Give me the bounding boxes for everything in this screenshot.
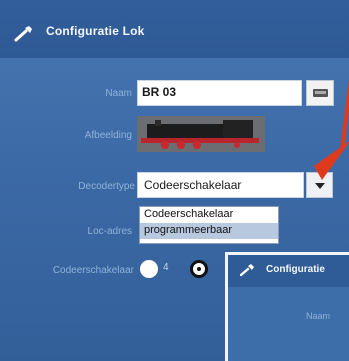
- window-title: Configuratie Lok: [46, 24, 145, 38]
- wrench-icon: [240, 264, 254, 277]
- wrench-icon: [14, 26, 32, 42]
- switch-label: Codeerschakelaar: [52, 265, 134, 276]
- switch-radio-on[interactable]: [190, 260, 208, 278]
- decoder-option[interactable]: programmeerbaar: [140, 223, 278, 239]
- name-field[interactable]: BR 03: [137, 80, 302, 106]
- inset-title: Configuratie: [266, 264, 325, 275]
- switch-value: 4: [163, 262, 169, 273]
- decoder-options-list[interactable]: Codeerschakelaar programmeerbaar: [139, 206, 279, 244]
- locomotive-picture: [137, 116, 265, 152]
- image-label: Afbeelding: [84, 130, 132, 141]
- address-label: Loc-adres: [87, 226, 132, 237]
- inset-name-label: Naam: [306, 311, 331, 321]
- name-label: Naam: [105, 88, 132, 99]
- locomotive-image[interactable]: [137, 116, 265, 152]
- red-arrow: [314, 79, 349, 180]
- title-bar: Configuratie Lok: [0, 0, 349, 58]
- inset-screenshot: Configuratie Naam: [225, 252, 349, 361]
- decoder-label: Decodertype: [78, 181, 135, 192]
- decoder-option[interactable]: Codeerschakelaar: [140, 207, 278, 223]
- configuration-panel: Configuratie Lok Naam BR 03 Afbeelding D…: [0, 0, 349, 361]
- switch-radio-off[interactable]: [140, 260, 158, 278]
- decoder-select[interactable]: Codeerschakelaar: [137, 172, 304, 198]
- inset-title-bar: Configuratie: [228, 255, 349, 287]
